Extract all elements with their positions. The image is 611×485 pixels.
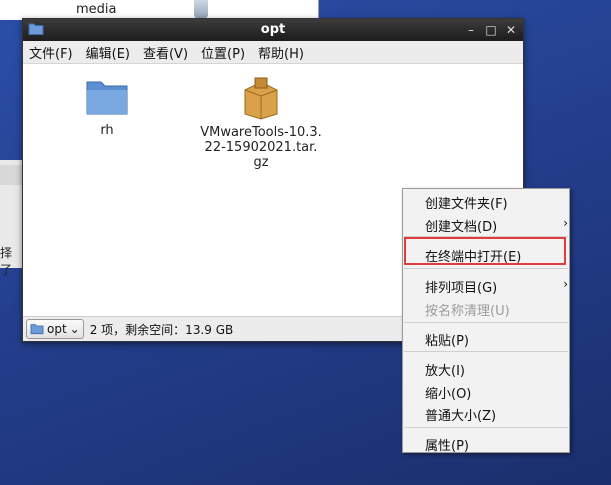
window-title: opt <box>260 22 286 37</box>
window-controls: – □ ✕ <box>465 23 517 37</box>
menu-item-label: 按名称清理(U) <box>425 304 510 319</box>
background-media-label: media <box>76 2 117 17</box>
path-label: opt <box>47 322 67 336</box>
archive-icon <box>244 77 278 120</box>
menu-item-create-folder[interactable]: 创建文件夹(F) <box>425 193 508 212</box>
menu-help[interactable]: 帮助(H) <box>258 43 304 62</box>
menu-item-label: 属性(P) <box>425 439 469 454</box>
context-menu: 创建文件夹(F) 创建文档(D) › 在终端中打开(E) 排列项目(G) › 按… <box>402 188 570 454</box>
file-item-label-line3: gz <box>253 155 269 170</box>
menu-item-zoom-in[interactable]: 放大(I) <box>425 360 465 379</box>
background-panel-stripe <box>0 165 22 185</box>
chevron-right-icon: › <box>563 277 568 291</box>
menu-location[interactable]: 位置(P) <box>201 43 245 62</box>
titlebar[interactable]: opt – □ ✕ <box>23 19 523 41</box>
background-window: media <box>0 0 319 20</box>
background-side-panel: 择了 <box>0 160 22 277</box>
menu-item-label: 粘贴(P) <box>425 334 469 349</box>
folder-icon <box>30 324 44 335</box>
menu-item-label: 普通大小(Z) <box>425 409 497 424</box>
menu-item-label: 排列项目(G) <box>425 281 498 296</box>
menu-file[interactable]: 文件(F) <box>29 43 73 62</box>
close-button[interactable]: ✕ <box>505 23 517 37</box>
menu-item-normal-size[interactable]: 普通大小(Z) <box>425 405 496 424</box>
file-item-vmwaretools[interactable]: VMwareTools-10.3. 22-15902021.tar. gz <box>191 76 331 170</box>
menu-item-paste[interactable]: 粘贴(P) <box>425 330 469 349</box>
status-text: 2 项，剩余空间：13.9 GB <box>89 322 234 337</box>
background-side-text: 择了 <box>0 246 13 277</box>
file-item-rh[interactable]: rh <box>79 76 135 138</box>
menu-item-label: 创建文档(D) <box>425 220 498 235</box>
path-button[interactable]: opt ⌄ <box>26 319 84 339</box>
file-item-label: rh <box>100 123 114 138</box>
menu-view[interactable]: 查看(V) <box>143 43 188 62</box>
menu-item-properties[interactable]: 属性(P) <box>425 435 469 454</box>
folder-icon <box>86 81 128 115</box>
menu-item-label: 放大(I) <box>425 364 465 379</box>
highlight-box <box>404 237 566 265</box>
menu-item-label: 创建文件夹(F) <box>425 197 508 212</box>
menu-edit[interactable]: 编辑(E) <box>86 43 130 62</box>
chevron-down-icon: ⌄ <box>69 322 80 336</box>
separator <box>404 322 568 323</box>
maximize-button[interactable]: □ <box>485 23 497 37</box>
file-item-label-line2: 22-15902021.tar. <box>204 140 318 155</box>
separator <box>404 351 568 352</box>
menu-item-clean-up-by-name: 按名称清理(U) <box>425 300 510 319</box>
menu-item-zoom-out[interactable]: 缩小(O) <box>425 383 471 402</box>
menu-item-label: 缩小(O) <box>425 387 472 402</box>
file-item-label-line1: VMwareTools-10.3. <box>200 125 322 140</box>
menu-item-create-document[interactable]: 创建文档(D) › <box>425 216 568 235</box>
separator <box>404 268 568 269</box>
menubar: 文件(F) 编辑(E) 查看(V) 位置(P) 帮助(H) <box>23 41 523 64</box>
separator <box>404 427 568 428</box>
background-icon-fragment <box>194 0 208 18</box>
minimize-button[interactable]: – <box>465 23 477 37</box>
chevron-right-icon: › <box>563 216 568 230</box>
menu-item-arrange-items[interactable]: 排列项目(G) › <box>425 277 568 296</box>
